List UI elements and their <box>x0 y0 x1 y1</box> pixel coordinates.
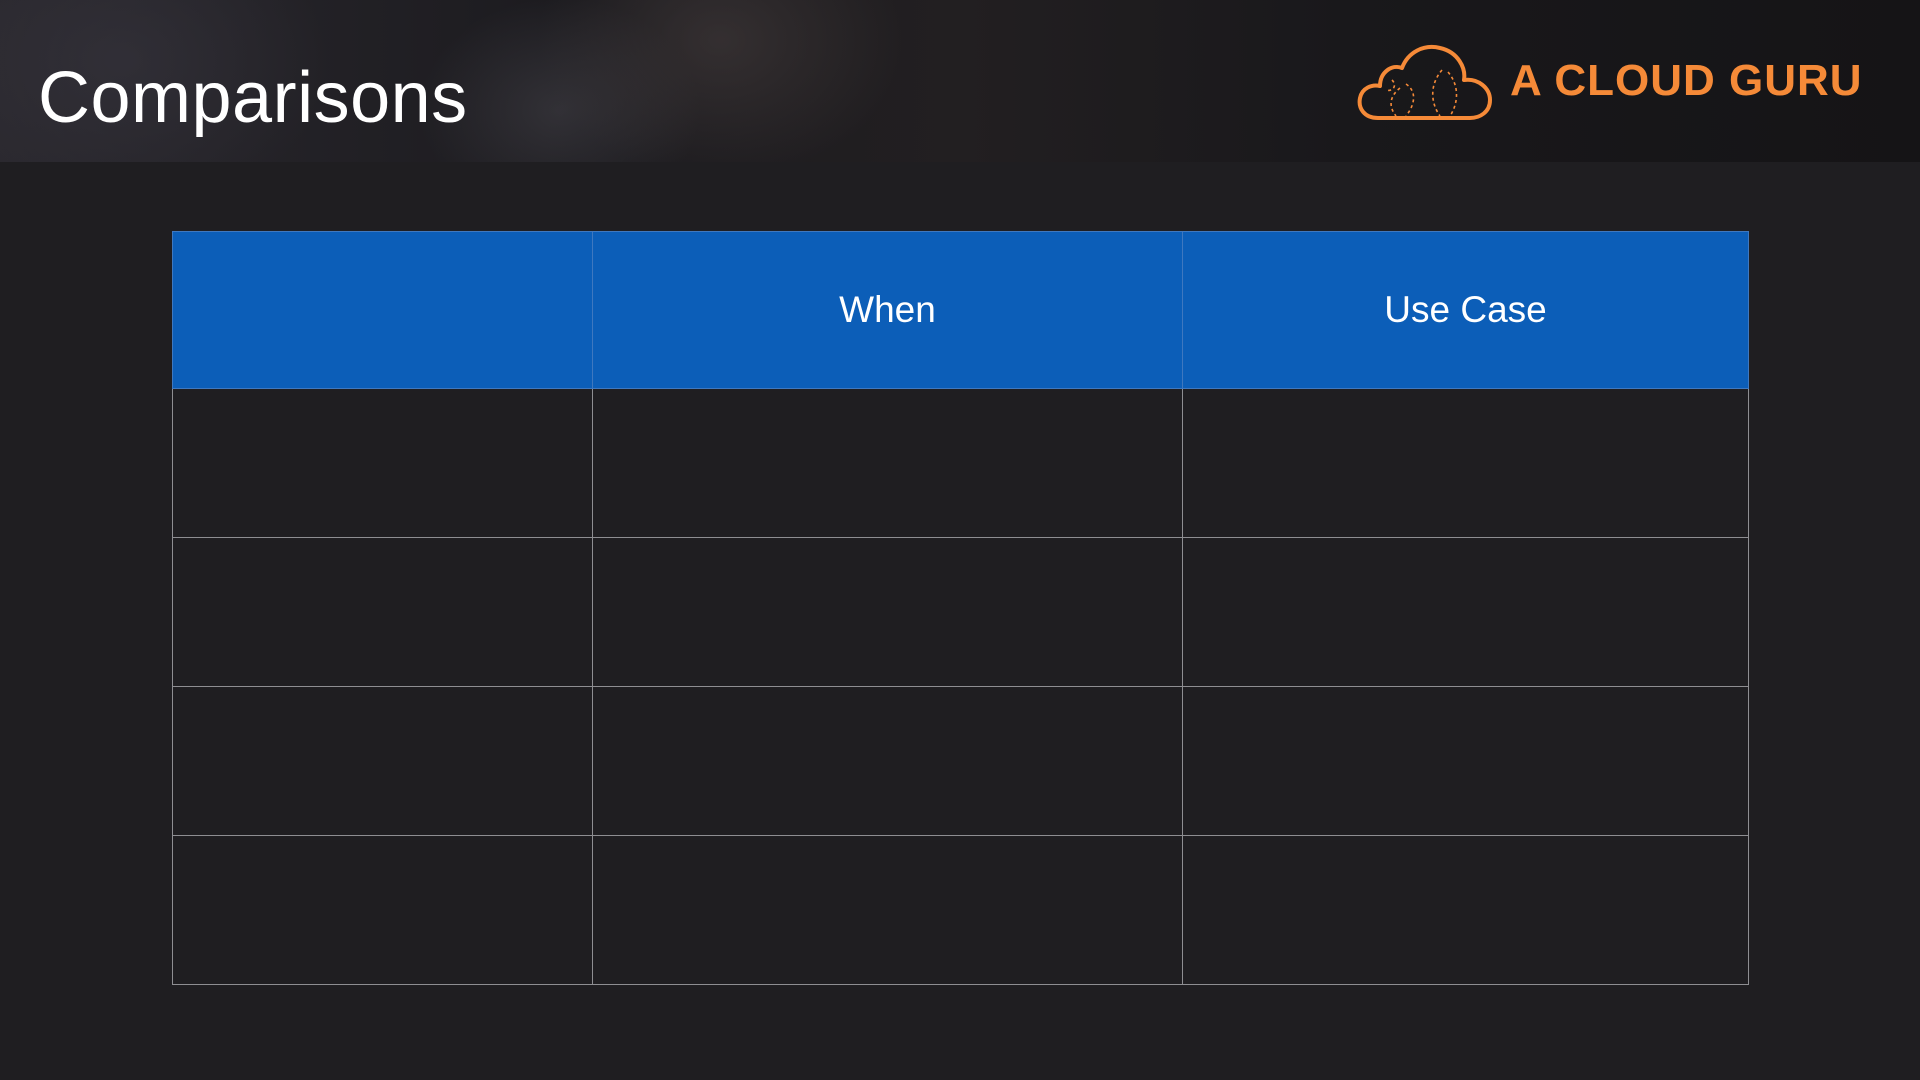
table-header-row: When Use Case <box>172 231 1749 389</box>
table-cell <box>172 835 593 985</box>
table-cell <box>1182 835 1749 985</box>
table-cell <box>1182 686 1749 836</box>
table-row <box>172 537 1749 687</box>
slide: Comparisons A CLOUD GURU When Use Case <box>0 0 1920 1080</box>
table-cell <box>1182 537 1749 687</box>
table-cell <box>592 835 1183 985</box>
brand-logo: A CLOUD GURU <box>1356 40 1863 122</box>
slide-title: Comparisons <box>38 58 468 138</box>
table-cell <box>1182 388 1749 538</box>
brand-name: A CLOUD GURU <box>1510 56 1863 105</box>
table-cell <box>172 388 593 538</box>
comparison-table-container: When Use Case <box>172 231 1749 985</box>
cloud-icon <box>1357 45 1492 120</box>
header-cell-blank <box>172 231 593 389</box>
table-cell <box>592 686 1183 836</box>
table-cell <box>592 537 1183 687</box>
table-cell <box>172 537 593 687</box>
header-cell-use-case: Use Case <box>1182 231 1749 389</box>
table-row <box>172 686 1749 836</box>
table-cell <box>592 388 1183 538</box>
table-cell <box>172 686 593 836</box>
header-cell-when: When <box>592 231 1183 389</box>
table-row <box>172 835 1749 985</box>
table-row <box>172 388 1749 538</box>
comparison-table: When Use Case <box>172 231 1749 985</box>
